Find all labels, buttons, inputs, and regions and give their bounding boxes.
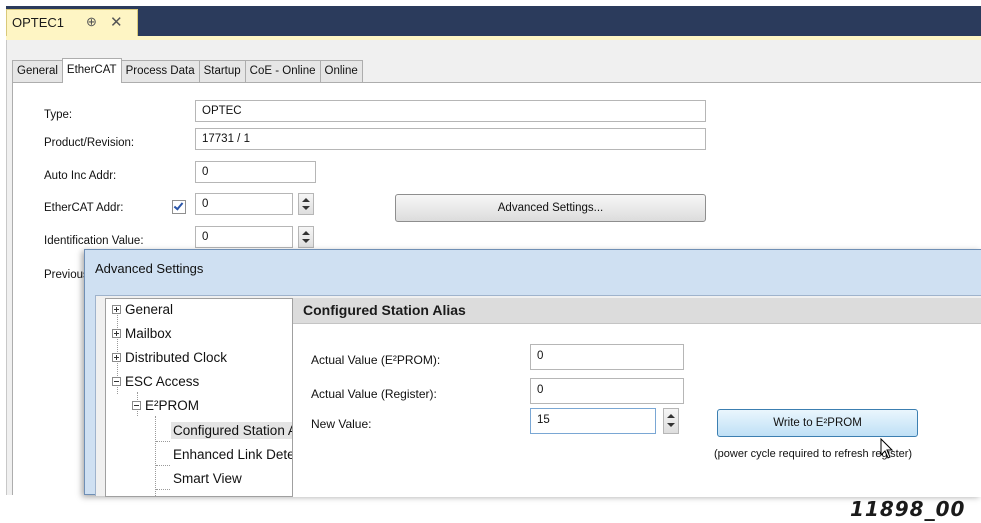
type-field[interactable]: OPTEC [195,100,706,122]
tree-connector [155,416,156,496]
new-value-field[interactable]: 15 [530,408,656,434]
tree-item-smart-view[interactable]: Smart View [173,471,242,486]
ethercat-addr-field[interactable]: 0 [195,193,293,215]
collapse-icon[interactable] [112,377,121,386]
property-tabs: General EtherCAT Process Data Startup Co… [12,58,363,83]
auto-inc-addr-label: Auto Inc Addr: [44,170,117,182]
section-title: Configured Station Alias [303,302,466,318]
dialog-client-area: General Mailbox Distributed Clock ESC Ac… [95,295,981,497]
tab-startup[interactable]: Startup [198,60,246,82]
tree-connector [156,489,170,490]
identification-value-label: Identification Value: [44,235,144,247]
settings-tree: General Mailbox Distributed Clock ESC Ac… [105,298,293,497]
ethercat-addr-stepper[interactable] [298,193,314,215]
document-tab-title: OPTEC1 [12,15,65,30]
tab-process-data[interactable]: Process Data [120,60,200,82]
actual-register-field[interactable]: 0 [530,378,684,404]
new-value-stepper[interactable] [663,408,679,434]
auto-inc-addr-field[interactable]: 0 [195,161,316,183]
figure-number: 11898_00 [850,497,966,521]
close-icon[interactable]: ✕ [110,13,123,31]
tree-item-label: General [125,302,174,317]
dialog-title: Advanced Settings [95,261,204,276]
advanced-settings-dialog: Advanced Settings General Mailbox Distri… [84,249,981,497]
advanced-settings-button[interactable]: Advanced Settings... [395,194,706,222]
tree-item-esc-access[interactable]: ESC Access [112,374,199,389]
tab-coe-online[interactable]: CoE - Online [244,60,321,82]
tree-item-label: ESC Access [125,374,200,389]
tab-general[interactable]: General [12,60,63,82]
tab-online[interactable]: Online [319,60,363,82]
tree-item-label: Mailbox [125,326,172,341]
expand-icon[interactable] [112,329,121,338]
identification-value-field[interactable]: 0 [195,226,293,248]
actual-eeprom-label: Actual Value (E²PROM): [311,353,441,367]
actual-register-label: Actual Value (Register): [311,387,437,401]
expand-icon[interactable] [112,305,121,314]
tree-item-label: Configured Station Alias [173,423,292,438]
tree-connector [156,441,170,442]
arrow-up-icon [667,414,675,418]
tree-item-distributed-clock[interactable]: Distributed Clock [112,350,227,365]
station-alias-panel: Configured Station Alias Actual Value (E… [293,298,981,497]
arrow-down-icon [302,239,310,243]
checkmark-icon [173,200,184,211]
type-label: Type: [44,109,73,121]
mouse-pointer-icon [880,438,894,459]
tree-item-mailbox[interactable]: Mailbox [112,326,172,341]
tree-item-label: E²PROM [145,398,199,413]
arrow-up-icon [302,198,310,202]
arrow-down-icon [667,423,675,427]
arrow-down-icon [302,206,310,210]
collapse-icon[interactable] [132,401,141,410]
section-header: Configured Station Alias [293,298,981,324]
tree-item-eeprom[interactable]: E²PROM [132,398,199,413]
tree-connector [156,465,170,466]
document-tab-bar [6,6,981,36]
tab-ethercat[interactable]: EtherCAT [61,58,122,83]
tree-item-label: Distributed Clock [125,350,228,365]
ethercat-addr-checkbox[interactable] [172,200,186,214]
tree-item-general[interactable]: General [112,302,173,317]
pin-icon[interactable]: ⊕ [86,14,97,30]
tree-item-label: Smart View [173,471,242,486]
document-tab-optec1[interactable]: OPTEC1 ⊕ ✕ [6,9,138,36]
product-revision-label: Product/Revision: [44,137,135,149]
write-to-eeprom-button[interactable]: Write to E²PROM [717,409,918,437]
expand-icon[interactable] [112,353,121,362]
actual-eeprom-field[interactable]: 0 [530,344,684,370]
new-value-label: New Value: [311,417,372,431]
arrow-up-icon [302,231,310,235]
tree-item-configured-station-alias[interactable]: Configured Station Alias [171,422,292,439]
tree-item-label: Enhanced Link Detection [173,447,293,462]
tree-item-enhanced-link-detection[interactable]: Enhanced Link Detection [173,447,293,462]
product-revision-field[interactable]: 17731 / 1 [195,128,706,150]
ethercat-addr-label: EtherCAT Addr: [44,202,124,214]
identification-value-stepper[interactable] [298,226,314,248]
